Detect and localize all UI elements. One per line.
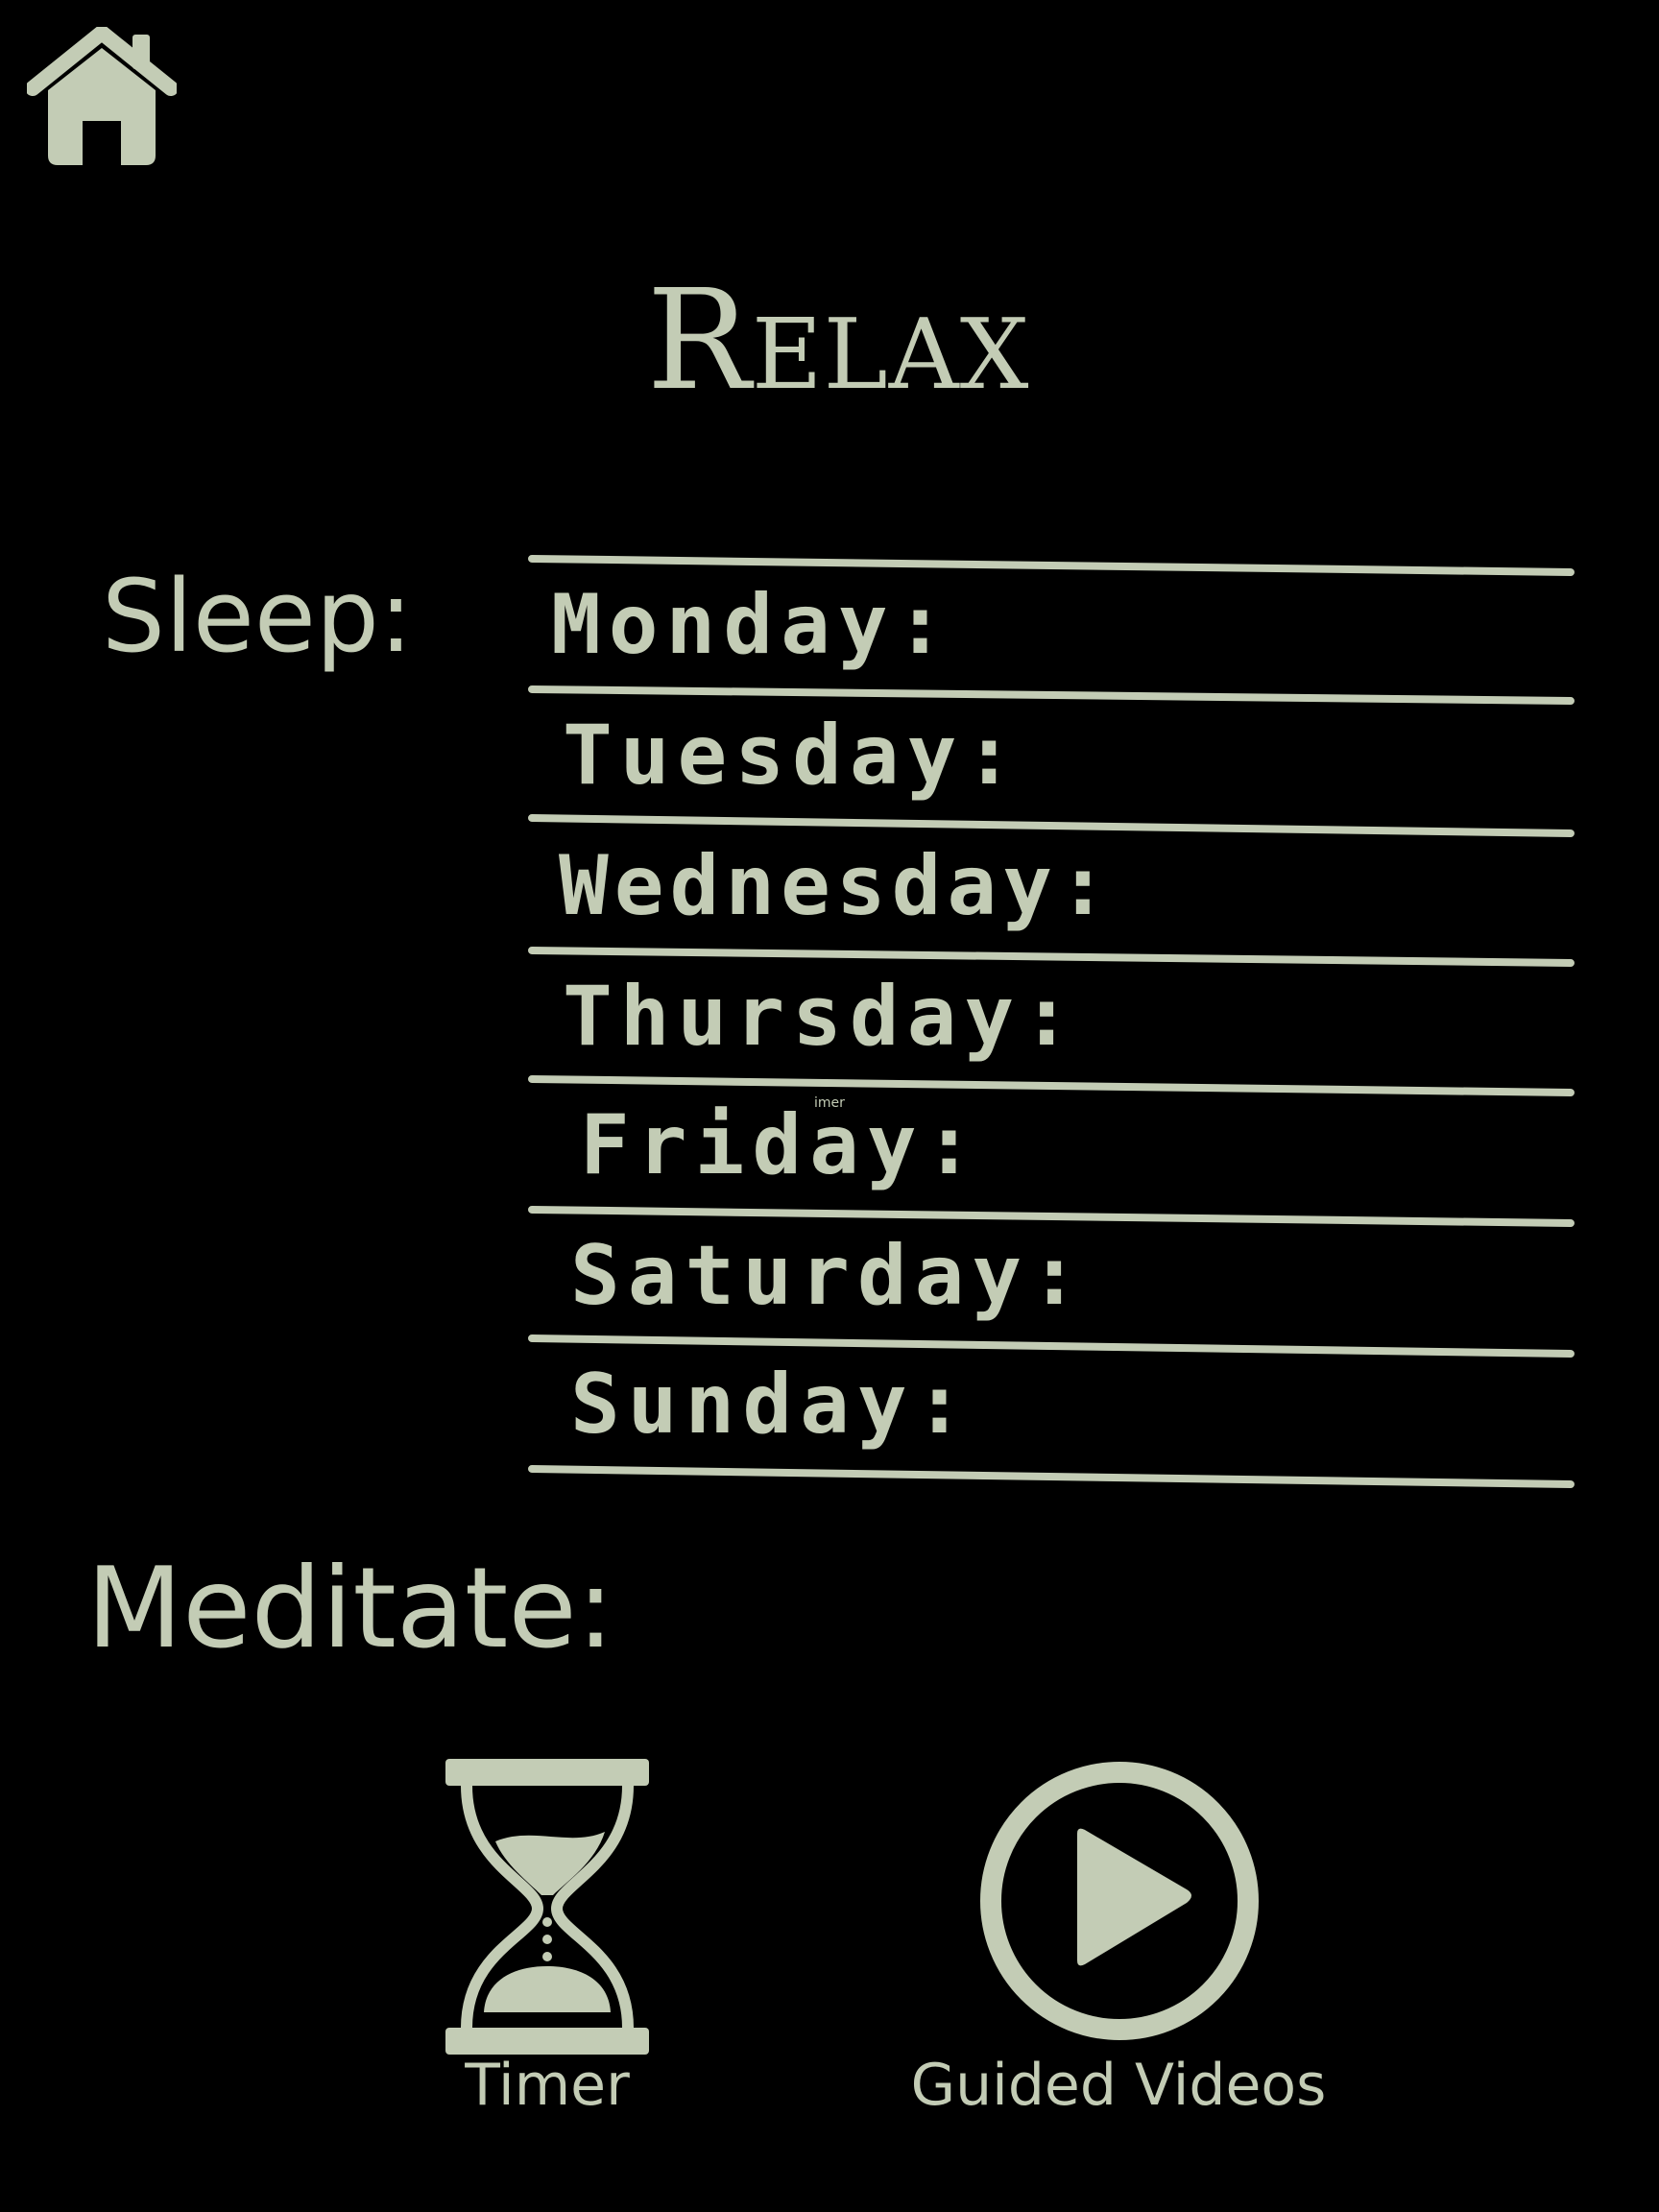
home-button[interactable] [25,25,179,169]
sleep-entry-sunday[interactable]: Sunday: [530,1344,1575,1463]
day-label-sunday: Sunday: [570,1357,973,1453]
day-label-thursday: Thursday: [563,969,1079,1065]
sleep-entry-saturday[interactable]: Saturday: [530,1215,1575,1334]
guided-videos-label: Guided Videos [910,2052,1327,2119]
sleep-entry-tuesday[interactable]: Tuesday: [530,695,1575,814]
stray-label: imer [814,1095,845,1111]
day-label-monday: Monday: [551,577,953,673]
sleep-label: Sleep: [102,558,413,675]
day-label-wednesday: Wednesday: [559,838,1114,934]
home-icon [25,25,179,165]
sleep-entry-friday[interactable]: Friday: [530,1085,1575,1204]
play-circle-icon [980,1762,1259,2040]
day-label-friday: Friday: [580,1097,982,1193]
hourglass-icon [445,1759,649,2055]
sleep-entry-thursday[interactable]: Thursday: [530,956,1575,1075]
timer-button[interactable]: Timer [422,1759,672,2122]
meditate-label: Meditate: [86,1544,614,1673]
timer-label: Timer [465,2052,630,2119]
sleep-entry-wednesday[interactable]: Wednesday: [530,826,1575,945]
ruled-line [528,1465,1575,1488]
day-label-tuesday: Tuesday: [563,708,1022,804]
guided-videos-button[interactable]: Guided Videos [893,1759,1402,2122]
sleep-entry-monday[interactable]: Monday: [530,565,1575,684]
page-title: Relax [646,259,1030,421]
day-label-saturday: Saturday: [570,1228,1087,1324]
